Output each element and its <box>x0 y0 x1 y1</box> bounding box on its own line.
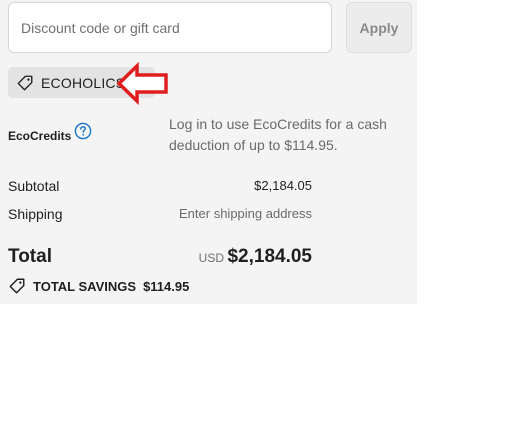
help-circle-icon[interactable] <box>74 122 92 140</box>
subtotal-value: $2,184.05 <box>254 178 312 193</box>
savings-amount: $114.95 <box>143 278 190 294</box>
applied-code-label: ECOHOLICS <box>41 74 126 91</box>
total-amount: $2,184.05 <box>227 246 312 267</box>
ecocredits-message: Log in to use EcoCredits for a cash dedu… <box>169 116 387 153</box>
shipping-label: Shipping <box>8 206 63 222</box>
left-arrow-icon <box>116 62 168 105</box>
subtotal-label: Subtotal <box>8 178 60 194</box>
savings-label: TOTAL SAVINGS <box>33 278 137 294</box>
discount-code-input[interactable] <box>8 2 332 53</box>
total-label: Total <box>8 246 52 267</box>
ecocredits-label: EcoCredits <box>8 129 72 143</box>
tag-icon <box>9 278 25 294</box>
shipping-value: Enter shipping address <box>179 206 312 221</box>
apply-button[interactable]: Apply <box>346 2 412 53</box>
order-summary-panel: Apply ECOHOLICS EcoCredits Log in to use… <box>0 0 417 304</box>
total-savings: TOTAL SAVINGS $114.95 <box>8 277 189 295</box>
tag-icon <box>17 75 33 90</box>
currency-code: USD <box>198 251 224 265</box>
